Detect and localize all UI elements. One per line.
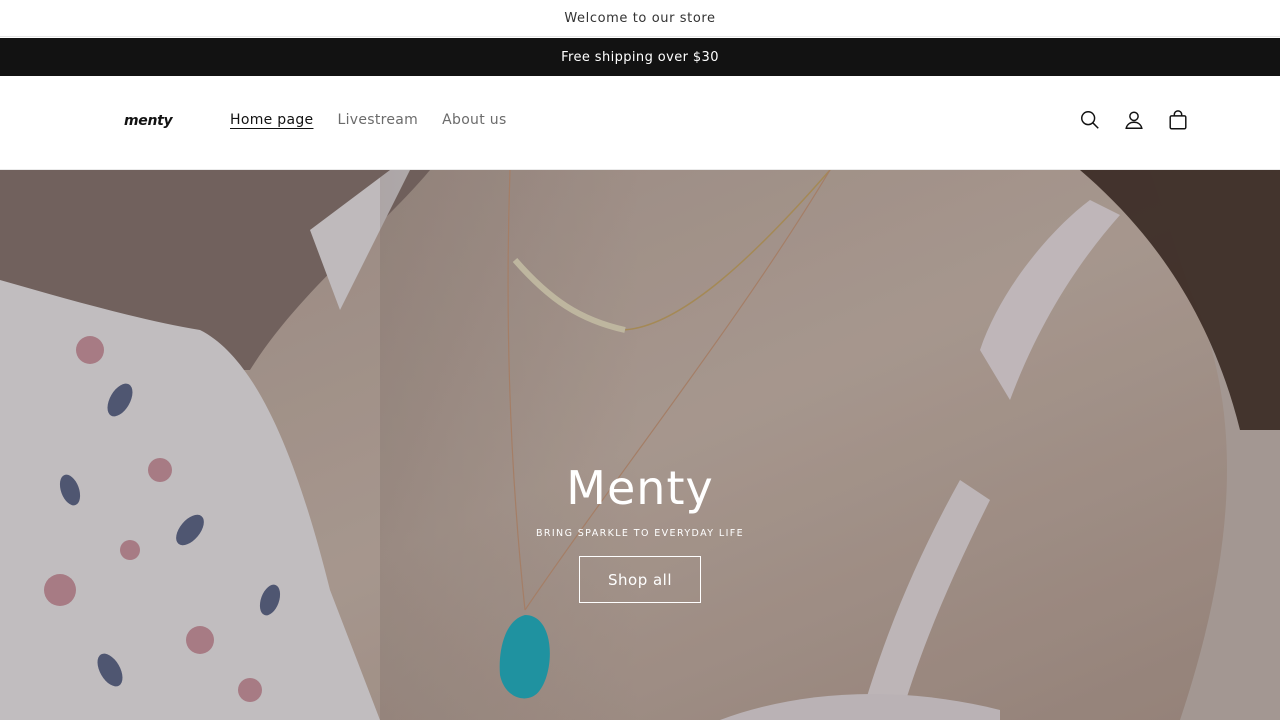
header-icons (1078, 108, 1190, 132)
store-logo[interactable]: menty (124, 113, 173, 129)
welcome-text: Welcome to our store (564, 10, 716, 26)
account-icon[interactable] (1122, 108, 1146, 132)
shop-all-button[interactable]: Shop all (579, 556, 701, 603)
hero-banner: Menty BRING SPARKLE TO EVERYDAY LIFE Sho… (0, 170, 1280, 720)
cart-icon[interactable] (1166, 108, 1190, 132)
shipping-bar: Free shipping over $30 (0, 38, 1280, 76)
announcement-bar: Welcome to our store (0, 0, 1280, 37)
nav-item-about[interactable]: About us (442, 112, 506, 128)
hero-content: Menty BRING SPARKLE TO EVERYDAY LIFE Sho… (0, 460, 1280, 603)
hero-title: Menty (566, 461, 714, 515)
main-nav: Home page Livestream About us (230, 112, 507, 128)
site-header: menty Home page Livestream About us (0, 76, 1280, 170)
nav-item-home[interactable]: Home page (230, 112, 313, 128)
nav-item-livestream[interactable]: Livestream (337, 112, 418, 128)
search-icon[interactable] (1078, 108, 1102, 132)
shipping-text: Free shipping over $30 (561, 49, 719, 65)
hero-subtitle: BRING SPARKLE TO EVERYDAY LIFE (535, 528, 745, 539)
